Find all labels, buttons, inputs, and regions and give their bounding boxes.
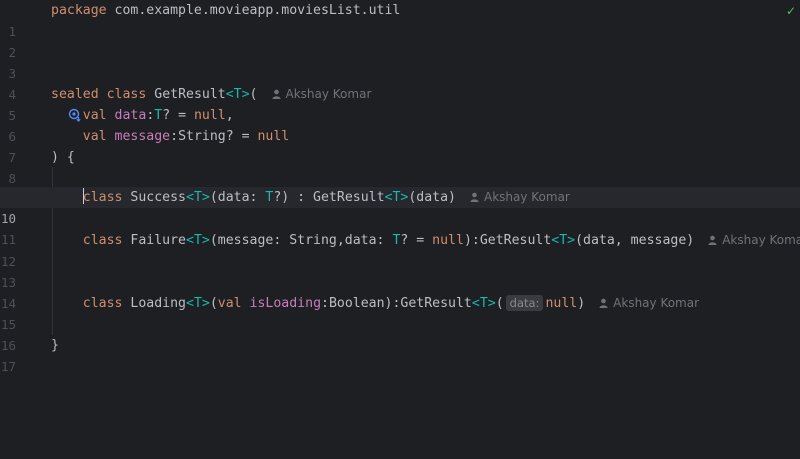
person-icon (272, 89, 280, 99)
editor-line-4[interactable]: 4 (0, 63, 800, 102)
code-text: } (51, 338, 59, 353)
editor-line-2[interactable]: 2 (0, 21, 800, 60)
code-author-hint[interactable]: Akshay Komar (470, 190, 570, 204)
editor-line-5[interactable]: 5 sealed class GetResult<T>(Akshay Komar (0, 84, 800, 123)
editor-line-12[interactable]: 12 class Failure<T>(message: String,data… (0, 230, 800, 269)
code-author-hint[interactable]: Akshay Komar (599, 296, 699, 310)
code-text: package com.example.movieapp.moviesList.… (51, 3, 401, 18)
code-text: sealed class GetResult<T>(Akshay Komar (51, 87, 372, 102)
editor-line-15[interactable]: 15 class Loading<T>(val isLoading:Boolea… (0, 293, 800, 332)
code-editor[interactable]: 1 package com.example.movieapp.moviesLis… (0, 0, 800, 459)
editor-line-8[interactable]: 8 ) { (0, 147, 800, 186)
parameter-name-hint: data: (505, 295, 544, 311)
inspection-ok-icon[interactable]: ✓ (786, 4, 796, 18)
editor-line-11[interactable]: 11 (0, 208, 800, 247)
code-text: ) { (51, 150, 75, 165)
editor-line-10[interactable]: 10 class Success<T>(data: T?) : GetResul… (0, 187, 800, 226)
code-text: val data:T? = null, (82, 108, 234, 123)
editor-line-13[interactable]: 13 (0, 251, 800, 290)
code-text: class Loading<T>(val isLoading:Boolean):… (82, 295, 700, 311)
editor-line-16[interactable]: 16 (0, 314, 800, 353)
code-text: class Success<T>(data: T?) : GetResult<T… (82, 188, 570, 205)
code-author-hint[interactable]: Akshay Komar (272, 87, 371, 101)
editor-line-3[interactable]: 3 (0, 42, 800, 81)
code-text: class Failure<T>(message: String,data: T… (51, 230, 800, 251)
person-icon (599, 298, 608, 308)
editor-line-6[interactable]: 6 val data:T? = null, (0, 105, 800, 144)
editor-line-9[interactable]: 9 (0, 168, 800, 207)
editor-line-17[interactable]: 17 } (0, 335, 800, 374)
person-icon (708, 235, 717, 245)
person-icon (470, 192, 479, 202)
code-text: val message:String? = null (82, 129, 290, 144)
editor-line-1[interactable]: 1 package com.example.movieapp.moviesLis… (0, 0, 800, 39)
editor-line-14[interactable]: 14 (0, 272, 800, 311)
editor-line-7[interactable]: 7 val message:String? = null (0, 126, 800, 165)
line-number: 17 (0, 359, 16, 374)
code-author-hint[interactable]: Akshay Komar (708, 233, 800, 247)
